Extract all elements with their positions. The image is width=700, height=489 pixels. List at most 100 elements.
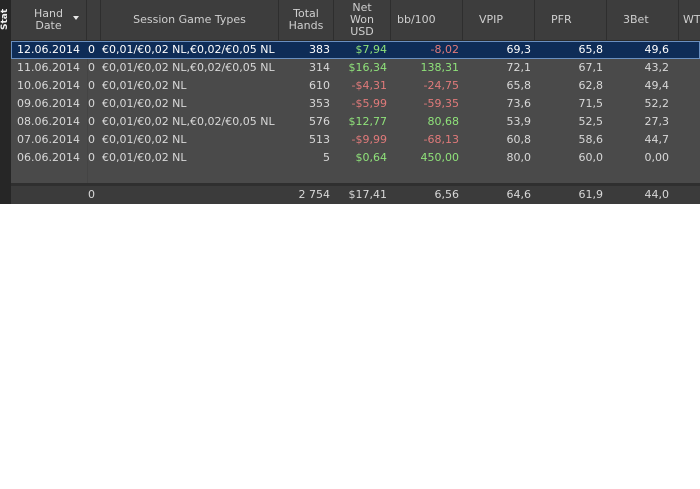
header-vpip[interactable]: VPIP — [463, 0, 535, 40]
cell-vpip: 53,9 — [506, 115, 532, 128]
cell-bb100: -8,02 — [430, 43, 459, 56]
header-session-game-types[interactable]: Session Game Types — [101, 0, 279, 40]
sort-descending-icon — [73, 16, 79, 20]
cell-game-types: €0,01/€0,02 NL — [102, 151, 187, 164]
header-wt[interactable]: WT — [679, 0, 700, 40]
table-row[interactable]: 07.06.2014 0 €0,01/€0,02 NL 513 -$9,99 -… — [11, 131, 700, 149]
header-total-hands[interactable]: Total Hands — [279, 0, 334, 40]
cell-game-types: €0,01/€0,02 NL — [102, 79, 187, 92]
table-row[interactable]: 12.06.2014 0 €0,01/€0,02 NL,€0,02/€0,05 … — [11, 41, 700, 59]
cell-count: 0 — [88, 43, 95, 56]
cell-game-types: €0,01/€0,02 NL,€0,02/€0,05 NL — [102, 115, 275, 128]
header-session-game-types-label: Session Game Types — [133, 13, 246, 26]
header-3bet[interactable]: 3Bet — [607, 0, 679, 40]
cell-3bet: 27,3 — [644, 115, 670, 128]
cell-date: 12.06.2014 — [17, 43, 80, 56]
cell-total-hands: 383 — [309, 43, 330, 56]
table-row[interactable]: 06.06.2014 0 €0,01/€0,02 NL 5 $0,64 450,… — [11, 149, 700, 167]
cell-count: 0 — [88, 97, 95, 110]
header-count[interactable] — [87, 0, 101, 40]
header-pfr-label: PFR — [551, 13, 572, 26]
cell-net-won: -$9,99 — [351, 133, 387, 146]
cell-total-hands: 314 — [309, 61, 330, 74]
cell-3bet: 44,7 — [644, 133, 670, 146]
total-vpip: 64,6 — [506, 188, 532, 201]
cell-net-won: -$4,31 — [351, 79, 387, 92]
header-pfr[interactable]: PFR — [535, 0, 607, 40]
cell-net-won: $12,77 — [348, 115, 388, 128]
header-total-hands-line2: Hands — [288, 19, 324, 32]
side-tab-label: Stat — [0, 8, 10, 30]
cell-vpip: 72,1 — [506, 61, 532, 74]
cell-pfr: 62,8 — [578, 79, 604, 92]
stats-window: Stat Hand Date Session Game Types Total Ha… — [0, 0, 700, 204]
cell-total-hands: 5 — [323, 151, 330, 164]
cell-3bet: 49,4 — [644, 79, 670, 92]
cell-game-types: €0,01/€0,02 NL,€0,02/€0,05 NL — [102, 43, 275, 56]
cell-net-won: $7,94 — [355, 43, 388, 56]
table-row[interactable]: 10.06.2014 0 €0,01/€0,02 NL 610 -$4,31 -… — [11, 77, 700, 95]
cell-game-types: €0,01/€0,02 NL — [102, 133, 187, 146]
cell-count: 0 — [88, 61, 95, 74]
total-hands: 2 754 — [298, 188, 331, 201]
cell-date: 11.06.2014 — [17, 61, 80, 74]
cell-3bet: 49,6 — [644, 43, 670, 56]
cell-pfr: 65,8 — [578, 43, 604, 56]
cell-vpip: 80,0 — [506, 151, 532, 164]
total-pfr: 61,9 — [578, 188, 604, 201]
cell-date: 07.06.2014 — [17, 133, 80, 146]
header-bb100-label: bb/100 — [397, 13, 436, 26]
total-net-won: $17,41 — [348, 188, 388, 201]
cell-vpip: 65,8 — [506, 79, 532, 92]
cell-bb100: -59,35 — [423, 97, 459, 110]
table-row[interactable]: 11.06.2014 0 €0,01/€0,02 NL,€0,02/€0,05 … — [11, 59, 700, 77]
cell-vpip: 60,8 — [506, 133, 532, 146]
cell-bb100: 138,31 — [420, 61, 460, 74]
cell-3bet: 52,2 — [644, 97, 670, 110]
cell-3bet: 43,2 — [644, 61, 670, 74]
cell-net-won: $0,64 — [355, 151, 388, 164]
cell-date: 08.06.2014 — [17, 115, 80, 128]
header-3bet-label: 3Bet — [623, 13, 649, 26]
cell-total-hands: 353 — [309, 97, 330, 110]
column-header-row: Hand Date Session Game Types Total Hands N… — [11, 0, 700, 41]
table-row[interactable]: 08.06.2014 0 €0,01/€0,02 NL,€0,02/€0,05 … — [11, 113, 700, 131]
cell-bb100: 80,68 — [427, 115, 460, 128]
cell-game-types: €0,01/€0,02 NL — [102, 97, 187, 110]
cell-bb100: -24,75 — [423, 79, 459, 92]
totals-row: 0 2 754 $17,41 6,56 64,6 61,9 44,0 — [11, 186, 700, 204]
cell-vpip: 73,6 — [506, 97, 532, 110]
total-3bet: 44,0 — [644, 188, 670, 201]
session-stats-grid: Hand Date Session Game Types Total Hands N… — [11, 0, 700, 204]
total-count: 0 — [88, 188, 95, 201]
cell-net-won: $16,34 — [348, 61, 388, 74]
cell-count: 0 — [88, 79, 95, 92]
total-bb100: 6,56 — [434, 188, 460, 201]
header-bb100[interactable]: bb/100 — [391, 0, 463, 40]
cell-pfr: 58,6 — [578, 133, 604, 146]
header-net-won-usd[interactable]: Net Won USD — [334, 0, 391, 40]
cell-total-hands: 610 — [309, 79, 330, 92]
cell-count: 0 — [88, 151, 95, 164]
header-wt-label: WT — [683, 13, 700, 26]
cell-date: 10.06.2014 — [17, 79, 80, 92]
header-hand-date-line2: Date — [35, 19, 62, 32]
cell-date: 09.06.2014 — [17, 97, 80, 110]
cell-3bet: 0,00 — [644, 151, 670, 164]
cell-pfr: 71,5 — [578, 97, 604, 110]
cell-game-types: €0,01/€0,02 NL,€0,02/€0,05 NL — [102, 61, 275, 74]
cell-total-hands: 513 — [309, 133, 330, 146]
cell-total-hands: 576 — [309, 115, 330, 128]
cell-pfr: 67,1 — [578, 61, 604, 74]
header-net-won-line3: USD — [350, 25, 374, 38]
header-vpip-label: VPIP — [479, 13, 504, 26]
cell-count: 0 — [88, 133, 95, 146]
cell-bb100: 450,00 — [420, 151, 460, 164]
cell-bb100: -68,13 — [423, 133, 459, 146]
header-hand-date[interactable]: Hand Date — [11, 0, 87, 40]
cell-date: 06.06.2014 — [17, 151, 80, 164]
cell-count: 0 — [88, 115, 95, 128]
table-row[interactable]: 09.06.2014 0 €0,01/€0,02 NL 353 -$5,99 -… — [11, 95, 700, 113]
cell-net-won: -$5,99 — [351, 97, 387, 110]
stats-side-tab[interactable]: Stat — [0, 0, 11, 204]
